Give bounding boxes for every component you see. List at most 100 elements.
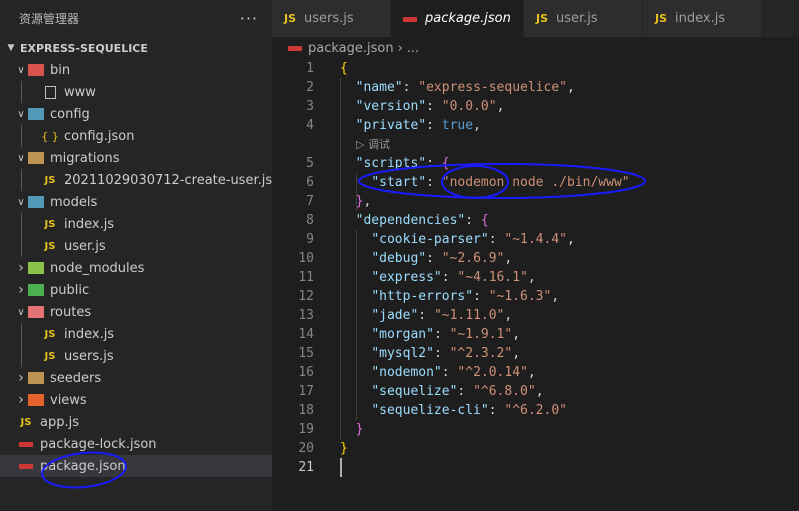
tab-label: user.js <box>556 11 598 26</box>
code-view[interactable]: 1{2 "name": "express-sequelice", 3 "versi… <box>272 59 799 511</box>
npm-icon <box>288 41 308 56</box>
javascript-file-icon: JS <box>44 328 56 340</box>
indent-guide <box>21 323 22 367</box>
tree-item-routes[interactable]: ∨ routes <box>0 301 272 323</box>
line-number: 5 <box>306 156 314 171</box>
more-actions-icon[interactable]: ··· <box>240 9 258 28</box>
tree-item-label: www <box>64 84 96 100</box>
chevron-down-icon[interactable]: ∨ <box>14 109 28 120</box>
tab-label: users.js <box>304 11 354 26</box>
tree-item-index-js[interactable]: JS index.js <box>0 213 272 235</box>
breadcrumb-file[interactable]: package.json <box>308 41 394 56</box>
indent-guide <box>356 173 357 211</box>
javascript-file-icon: JS <box>536 12 549 25</box>
code-line: 11 "express": "~4.16.1", <box>272 268 799 287</box>
tab-user-js[interactable]: JS user.js <box>524 0 643 37</box>
code-line: 13 "jade": "~1.11.0", <box>272 306 799 325</box>
tree-item-views[interactable]: › views <box>0 389 272 411</box>
tree-item-app-js[interactable]: JS app.js <box>0 411 272 433</box>
javascript-file-icon: JS <box>284 12 297 25</box>
workspace-section-header[interactable]: ▼ EXPRESS-SEQUELICE <box>0 37 272 59</box>
tree-item-label: package-lock.json <box>40 436 157 452</box>
line-number: 6 <box>306 175 314 190</box>
tree-item-package-json[interactable]: package.json <box>0 455 272 477</box>
code-text: "dependencies": { <box>355 213 489 228</box>
tree-item-label: config <box>50 106 90 122</box>
config-folder-icon <box>28 106 44 122</box>
tab-label: index.js <box>675 11 726 26</box>
chevron-down-icon[interactable]: ∨ <box>14 65 28 76</box>
chevron-right-icon[interactable]: › <box>14 392 28 408</box>
routes-folder-icon <box>28 304 44 320</box>
code-line: 21 <box>272 458 799 477</box>
line-number: 4 <box>306 118 314 133</box>
code-text: "private": true, <box>355 118 481 133</box>
tab-users-js[interactable]: JS users.js <box>272 0 391 37</box>
bin-folder-icon <box>28 62 44 78</box>
code-line: 5 "scripts": { <box>272 154 799 173</box>
code-text: "start": "nodemon node ./bin/www" <box>371 175 630 190</box>
line-number: 3 <box>306 99 314 114</box>
code-text: "morgan": "~1.9.1", <box>371 327 521 342</box>
code-line: 7 }, <box>272 192 799 211</box>
tree-item-label: node_modules <box>50 260 145 276</box>
explorer-title: 资源管理器 <box>19 12 80 26</box>
breadcrumb-symbol[interactable]: ... <box>407 41 419 56</box>
explorer-header: 资源管理器 ··· <box>0 0 272 37</box>
code-text: "http-errors": "~1.6.3", <box>371 289 560 304</box>
json-file-icon: { } <box>41 129 59 143</box>
breadcrumb: package.json › ... <box>272 37 799 59</box>
line-number: 18 <box>298 403 314 418</box>
tree-item-label: models <box>50 194 98 210</box>
explorer-sidebar: 资源管理器 ··· ▼ EXPRESS-SEQUELICE ∨ bin www ∨ co… <box>0 0 272 511</box>
line-number: 19 <box>298 422 314 437</box>
line-number: 9 <box>306 232 314 247</box>
tree-item-label: migrations <box>50 150 120 166</box>
tab-index-js[interactable]: JS index.js <box>643 0 762 37</box>
chevron-down-icon[interactable]: ∨ <box>14 153 28 164</box>
chevron-down-icon[interactable]: ∨ <box>14 307 28 318</box>
migrations-folder-icon <box>28 150 44 166</box>
tree-item-label: bin <box>50 62 71 78</box>
tree-item-20211029030712-create-user-js[interactable]: JS 20211029030712-create-user.js <box>0 169 273 191</box>
tree-item-user-js[interactable]: JS user.js <box>0 235 272 257</box>
code-line: 3 "version": "0.0.0", <box>272 97 799 116</box>
code-text: "jade": "~1.11.0", <box>371 308 513 323</box>
tree-item-index-js[interactable]: JS index.js <box>0 323 272 345</box>
tree-item-config-json[interactable]: { } config.json <box>0 125 272 147</box>
line-number: 2 <box>306 80 314 95</box>
line-number: 11 <box>298 270 314 285</box>
code-text: { <box>340 61 348 76</box>
npm-icon <box>403 12 417 25</box>
tree-item-config[interactable]: ∨ config <box>0 103 272 125</box>
chevron-down-icon[interactable]: ∨ <box>14 197 28 208</box>
code-text: } <box>340 441 348 456</box>
tab-package-json[interactable]: package.json✕ <box>391 0 534 37</box>
tree-item-label: public <box>50 282 90 298</box>
line-number: 20 <box>298 441 314 456</box>
indent-guide <box>21 81 22 103</box>
tree-item-label: routes <box>50 304 92 320</box>
code-line: 12 "http-errors": "~1.6.3", <box>272 287 799 306</box>
debug-codelens[interactable]: ▷ 调试 <box>356 135 390 154</box>
chevron-right-icon[interactable]: › <box>14 282 28 298</box>
tree-item-users-js[interactable]: JS users.js <box>0 345 272 367</box>
javascript-file-icon: JS <box>44 350 56 362</box>
tree-item-www[interactable]: www <box>0 81 272 103</box>
javascript-file-icon: JS <box>44 240 56 252</box>
tree-item-public[interactable]: › public <box>0 279 272 301</box>
indent-guide <box>21 213 22 257</box>
tree-item-package-lock-json[interactable]: package-lock.json <box>0 433 272 455</box>
chevron-right-icon[interactable]: › <box>14 260 28 276</box>
chevron-right-icon[interactable]: › <box>14 370 28 386</box>
tree-item-migrations[interactable]: ∨ migrations <box>0 147 272 169</box>
tree-item-seeders[interactable]: › seeders <box>0 367 272 389</box>
code-text: "cookie-parser": "~1.4.4", <box>371 232 575 247</box>
tree-item-models[interactable]: ∨ models <box>0 191 272 213</box>
indent-guide <box>356 230 357 420</box>
tree-item-node-modules[interactable]: › node_modules <box>0 257 272 279</box>
tree-item-label: user.js <box>64 238 106 254</box>
views-folder-icon <box>28 392 44 408</box>
tree-item-bin[interactable]: ∨ bin <box>0 59 272 81</box>
code-text: "sequelize": "^6.8.0", <box>371 384 544 399</box>
